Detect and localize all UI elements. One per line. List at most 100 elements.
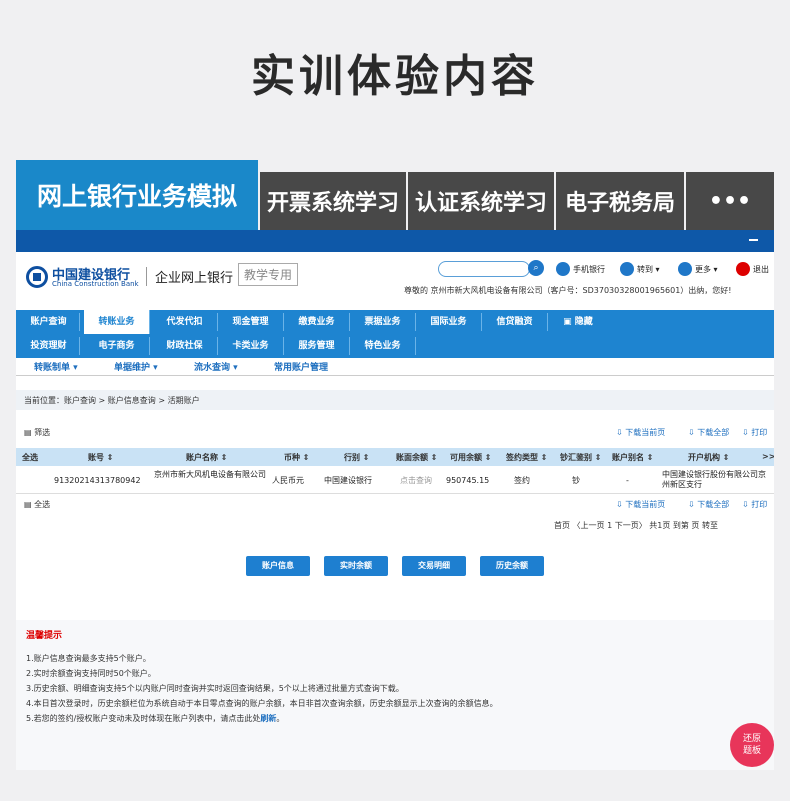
tip-line-5-text: 5.若您的签约/授权账户变动未及时体现在账户列表中，请点击此处: [26, 714, 261, 723]
nav-fee-payment[interactable]: 缴费业务: [284, 313, 350, 331]
history-balance-button[interactable]: 历史余额: [480, 556, 544, 576]
cell-account: 91320214313780942: [54, 476, 141, 485]
download-page-link[interactable]: ⇩ 下载当前页: [616, 427, 665, 438]
corp-banking-label: 企业网上银行: [146, 267, 233, 286]
nav-bills[interactable]: 票据业务: [350, 313, 416, 331]
nav-account-query[interactable]: 账户查询: [18, 313, 80, 331]
arrow-icon: [620, 262, 634, 276]
main-nav-row1: 账户查询 转账业务 代发代扣 现金管理 缴费业务 票据业务 国际业务 信贷融资 …: [16, 310, 774, 334]
nav-credit[interactable]: 信贷融资: [482, 313, 548, 331]
filter-toggle[interactable]: ▤ 筛选: [24, 427, 50, 438]
restore-board-button[interactable]: 还原 题板: [730, 723, 774, 767]
more-label: 更多 ▾: [695, 264, 718, 274]
window-titlebar: [16, 230, 774, 252]
list-icon: [678, 262, 692, 276]
col-currency[interactable]: 币种 ⇕: [284, 452, 310, 463]
col-sign-type[interactable]: 签约类型 ⇕: [506, 452, 548, 463]
cell-account-name: 京州市新大风机电设备有限公司: [154, 470, 266, 479]
goto-label: 转到 ▾: [637, 264, 660, 274]
col-account[interactable]: 账号 ⇕: [88, 452, 114, 463]
teaching-badge: 教学专用: [238, 263, 299, 286]
nav-service-mgmt[interactable]: 服务管理: [284, 337, 350, 355]
tips-title: 温馨提示: [26, 631, 63, 641]
subnav-doc-maintain[interactable]: 单据维护 ▾: [114, 360, 158, 373]
print-link-bottom[interactable]: ⇩ 打印: [742, 499, 767, 510]
cell-alias: -: [626, 476, 629, 485]
nav-social-security[interactable]: 财政社保: [152, 337, 218, 355]
realtime-balance-button[interactable]: 实时余额: [324, 556, 388, 576]
more-menu[interactable]: 更多 ▾: [678, 262, 718, 276]
cell-bank: 中国建设银行: [324, 476, 372, 485]
account-info-button[interactable]: 账户信息: [246, 556, 310, 576]
table-row[interactable]: 91320214313780942 京州市新大风机电设备有限公司 人民币元 中国…: [16, 468, 774, 494]
cell-cash-type: 钞: [572, 476, 580, 485]
download-all-link-bottom[interactable]: ⇩ 下载全部: [688, 499, 729, 510]
mobile-bank-link[interactable]: 手机银行: [556, 262, 605, 276]
feature-tabs: 网上银行业务模拟 开票系统学习 认证系统学习 电子税务局 •••: [16, 160, 774, 230]
col-bank[interactable]: 行别 ⇕: [344, 452, 370, 463]
breadcrumb: 当前位置：账户查询 > 账户信息查询 > 活期账户: [16, 390, 774, 410]
power-icon: [736, 262, 750, 276]
tip-line-5: 5.若您的签约/授权账户变动未及时体现在账户列表中，请点击此处刷新。: [26, 714, 285, 723]
sub-nav: 转账制单 ▾ 单据维护 ▾ 流水查询 ▾ 常用账户管理: [16, 358, 774, 376]
tip-line-4: 4.本日首次登录时，历史余额栏位为系统自动于本日零点查询的账户余额，本日非首次查…: [26, 699, 498, 708]
table-header: 全选 账号 ⇕ 账户名称 ⇕ 币种 ⇕ 行别 ⇕ 账面余额 ⇕ 可用余额 ⇕ 签…: [16, 448, 774, 466]
mobile-bank-label: 手机银行: [573, 264, 605, 274]
tip-line-1: 1.账户信息查询最多支持5个账户。: [26, 654, 151, 663]
cell-book-balance[interactable]: 点击查询: [400, 476, 432, 486]
nav-transfer[interactable]: 转账业务: [84, 310, 150, 334]
restore-label: 还原 题板: [742, 734, 761, 756]
tab-more[interactable]: •••: [686, 172, 774, 230]
tab-online-banking[interactable]: 网上银行业务模拟: [16, 160, 258, 230]
col-select-all[interactable]: 全选: [22, 452, 38, 463]
col-available[interactable]: 可用余额 ⇕: [450, 452, 492, 463]
nav-hide[interactable]: ▣ 隐藏: [550, 313, 606, 331]
cell-branch: 中国建设银行股份有限公司京州新区支行: [662, 470, 766, 489]
logout-label: 退出: [753, 264, 769, 274]
col-book-balance[interactable]: 账面余额 ⇕: [396, 452, 438, 463]
col-account-name[interactable]: 账户名称 ⇕: [186, 452, 228, 463]
tab-e-tax-bureau[interactable]: 电子税务局: [556, 172, 684, 230]
nav-cash-mgmt[interactable]: 现金管理: [218, 313, 284, 331]
nav-investment[interactable]: 投资理财: [18, 337, 80, 355]
col-alias[interactable]: 账户别名 ⇕: [612, 452, 654, 463]
tab-invoice-system[interactable]: 开票系统学习: [260, 172, 406, 230]
download-page-link-bottom[interactable]: ⇩ 下载当前页: [616, 499, 665, 510]
subnav-flow-query[interactable]: 流水查询 ▾: [194, 360, 238, 373]
tip-line-3: 3.历史余额、明细查询支持5个以内账户同时查询并实时返回查询结果，5个以上将通过…: [26, 684, 404, 693]
ccb-logo-icon: [26, 266, 48, 288]
transaction-detail-button[interactable]: 交易明细: [402, 556, 466, 576]
bank-window: 中国建设银行 China Construction Bank 企业网上银行 教学…: [16, 230, 774, 770]
col-branch[interactable]: 开户机构 ⇕: [688, 452, 730, 463]
tab-certification-system[interactable]: 认证系统学习: [408, 172, 554, 230]
download-all-link[interactable]: ⇩ 下载全部: [688, 427, 729, 438]
select-all-checkbox[interactable]: ▤ 全选: [24, 499, 50, 510]
cell-currency: 人民币元: [272, 476, 304, 485]
cell-sign-type: 签约: [514, 476, 530, 485]
refresh-link[interactable]: 刷新: [260, 714, 276, 723]
nav-payroll[interactable]: 代发代扣: [152, 313, 218, 331]
bank-header: 中国建设银行 China Construction Bank 企业网上银行 教学…: [16, 252, 774, 310]
greeting-text: 尊敬的 京州市新大风机电设备有限公司（客户号：SD370303280019656…: [404, 286, 732, 295]
nav-cards[interactable]: 卡类业务: [218, 337, 284, 355]
minimize-icon[interactable]: [749, 239, 758, 241]
tips-panel: 温馨提示 1.账户信息查询最多支持5个账户。 2.实时余额查询支持同时50个账户…: [16, 620, 774, 770]
pager-text[interactable]: 首页 〈上一页 1 下一页〉 共1页 到第 页 转至: [554, 520, 718, 531]
print-link[interactable]: ⇩ 打印: [742, 427, 767, 438]
search-icon[interactable]: ⌕: [528, 260, 544, 276]
nav-international[interactable]: 国际业务: [416, 313, 482, 331]
goto-menu[interactable]: 转到 ▾: [620, 262, 660, 276]
subnav-common-accounts[interactable]: 常用账户管理: [274, 360, 328, 373]
logout-button[interactable]: 退出: [736, 262, 769, 276]
col-expand[interactable]: >>: [762, 452, 774, 461]
subnav-transfer-order[interactable]: 转账制单 ▾: [34, 360, 78, 373]
logo-en: China Construction Bank: [52, 280, 139, 288]
tip-line-2: 2.实时余额查询支持同时50个账户。: [26, 669, 156, 678]
mobile-icon: [556, 262, 570, 276]
nav-featured[interactable]: 特色业务: [350, 337, 416, 355]
page-title: 实训体验内容: [251, 51, 539, 102]
search-input[interactable]: [438, 261, 530, 277]
col-cash-type[interactable]: 钞汇鉴别 ⇕: [560, 452, 602, 463]
main-nav-row2: 投资理财 电子商务 财政社保 卡类业务 服务管理 特色业务: [16, 334, 774, 358]
nav-ecommerce[interactable]: 电子商务: [84, 337, 150, 355]
